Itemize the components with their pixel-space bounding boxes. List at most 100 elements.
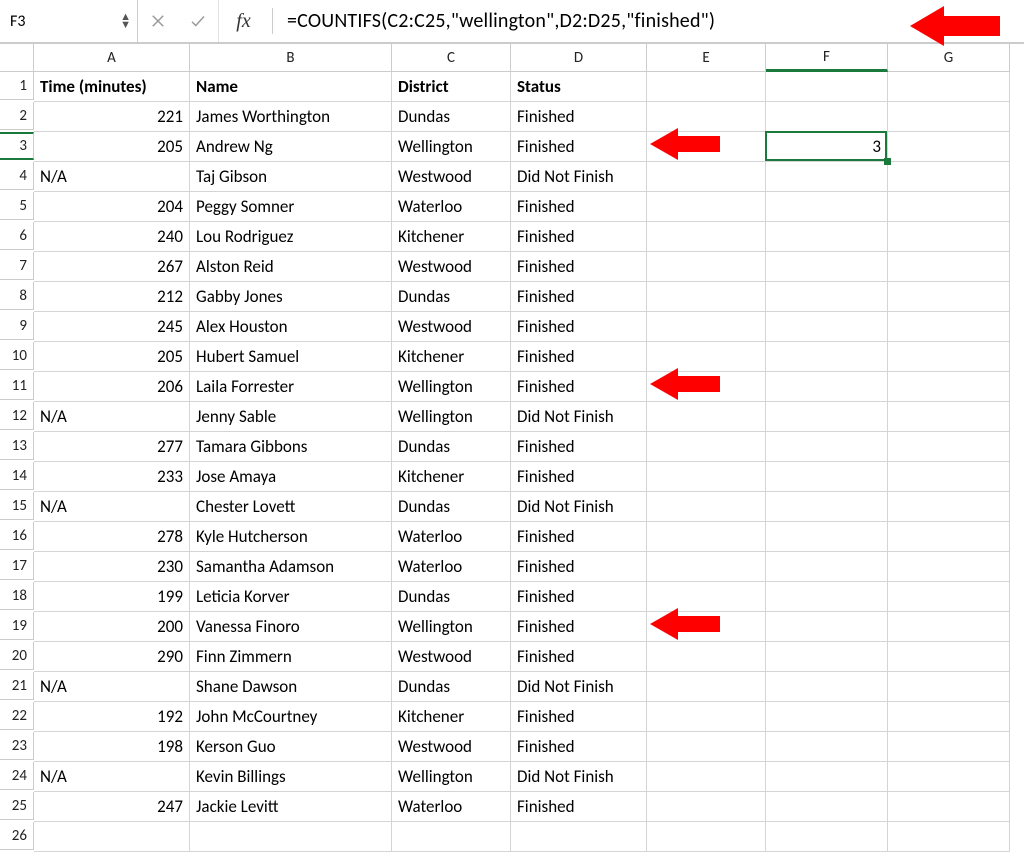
cell-C8[interactable]: Dundas [392, 282, 511, 312]
cell-E23[interactable] [647, 732, 766, 762]
cell-E26[interactable] [647, 822, 766, 852]
cell-C23[interactable]: Westwood [392, 732, 511, 762]
cell-F3[interactable]: 3 [766, 132, 888, 162]
cell-F26[interactable] [766, 822, 888, 852]
cell-G14[interactable] [888, 462, 1010, 492]
cell-F11[interactable] [766, 372, 888, 402]
cell-G22[interactable] [888, 702, 1010, 732]
cell-G9[interactable] [888, 312, 1010, 342]
fx-label[interactable]: fx [218, 0, 268, 42]
cell-B9[interactable]: Alex Houston [190, 312, 392, 342]
cell-A14[interactable]: 233 [34, 462, 190, 492]
cell-G17[interactable] [888, 552, 1010, 582]
cell-B26[interactable] [190, 822, 392, 852]
cell-G3[interactable] [888, 132, 1010, 162]
cell-E1[interactable] [647, 72, 766, 102]
cell-F15[interactable] [766, 492, 888, 522]
cell-C10[interactable]: Kitchener [392, 342, 511, 372]
cell-E24[interactable] [647, 762, 766, 792]
cell-C15[interactable]: Dundas [392, 492, 511, 522]
cell-C21[interactable]: Dundas [392, 672, 511, 702]
cell-B22[interactable]: John McCourtney [190, 702, 392, 732]
cell-A24[interactable]: N/A [34, 762, 190, 792]
cell-D3[interactable]: Finished [511, 132, 647, 162]
column-header-E[interactable]: E [647, 44, 766, 72]
cell-C11[interactable]: Wellington [392, 372, 511, 402]
cell-B23[interactable]: Kerson Guo [190, 732, 392, 762]
cell-A19[interactable]: 200 [34, 612, 190, 642]
column-header-C[interactable]: C [392, 44, 511, 72]
cell-A9[interactable]: 245 [34, 312, 190, 342]
row-header-12[interactable]: 12 [0, 402, 34, 430]
cell-B12[interactable]: Jenny Sable [190, 402, 392, 432]
cell-B10[interactable]: Hubert Samuel [190, 342, 392, 372]
cell-A22[interactable]: 192 [34, 702, 190, 732]
cell-E16[interactable] [647, 522, 766, 552]
cell-G1[interactable] [888, 72, 1010, 102]
row-header-14[interactable]: 14 [0, 462, 34, 490]
cell-D21[interactable]: Did Not Finish [511, 672, 647, 702]
cell-F16[interactable] [766, 522, 888, 552]
cell-D17[interactable]: Finished [511, 552, 647, 582]
cell-C5[interactable]: Waterloo [392, 192, 511, 222]
name-box[interactable]: F3 ▲ ▼ [0, 0, 138, 42]
cell-G12[interactable] [888, 402, 1010, 432]
cell-F13[interactable] [766, 432, 888, 462]
cell-F23[interactable] [766, 732, 888, 762]
column-header-A[interactable]: A [34, 44, 190, 72]
cell-B17[interactable]: Samantha Adamson [190, 552, 392, 582]
cell-E25[interactable] [647, 792, 766, 822]
cell-B20[interactable]: Finn Zimmern [190, 642, 392, 672]
cell-A5[interactable]: 204 [34, 192, 190, 222]
cell-C22[interactable]: Kitchener [392, 702, 511, 732]
row-header-15[interactable]: 15 [0, 492, 34, 520]
cell-D24[interactable]: Did Not Finish [511, 762, 647, 792]
row-header-10[interactable]: 10 [0, 342, 34, 370]
cell-G18[interactable] [888, 582, 1010, 612]
cell-F10[interactable] [766, 342, 888, 372]
cell-G6[interactable] [888, 222, 1010, 252]
cell-C24[interactable]: Wellington [392, 762, 511, 792]
cell-C18[interactable]: Dundas [392, 582, 511, 612]
cell-G24[interactable] [888, 762, 1010, 792]
cell-C7[interactable]: Westwood [392, 252, 511, 282]
cell-F18[interactable] [766, 582, 888, 612]
cell-A16[interactable]: 278 [34, 522, 190, 552]
cell-B7[interactable]: Alston Reid [190, 252, 392, 282]
cell-A2[interactable]: 221 [34, 102, 190, 132]
cell-F19[interactable] [766, 612, 888, 642]
cell-F8[interactable] [766, 282, 888, 312]
cell-F24[interactable] [766, 762, 888, 792]
row-header-17[interactable]: 17 [0, 552, 34, 580]
cell-D22[interactable]: Finished [511, 702, 647, 732]
row-header-8[interactable]: 8 [0, 282, 34, 310]
cell-D7[interactable]: Finished [511, 252, 647, 282]
row-header-21[interactable]: 21 [0, 672, 34, 700]
cell-E6[interactable] [647, 222, 766, 252]
cell-D19[interactable]: Finished [511, 612, 647, 642]
row-header-3[interactable]: 3 [0, 132, 34, 160]
cell-D1[interactable]: Status [511, 72, 647, 102]
row-header-7[interactable]: 7 [0, 252, 34, 280]
cell-D14[interactable]: Finished [511, 462, 647, 492]
cell-E9[interactable] [647, 312, 766, 342]
cell-G5[interactable] [888, 192, 1010, 222]
cell-A25[interactable]: 247 [34, 792, 190, 822]
cell-D23[interactable]: Finished [511, 732, 647, 762]
row-header-24[interactable]: 24 [0, 762, 34, 790]
cell-C26[interactable] [392, 822, 511, 852]
row-header-16[interactable]: 16 [0, 522, 34, 550]
cell-A17[interactable]: 230 [34, 552, 190, 582]
spreadsheet-grid[interactable]: ABCDEFG1Time (minutes)NameDistrictStatus… [0, 44, 1024, 852]
cell-E17[interactable] [647, 552, 766, 582]
cell-G16[interactable] [888, 522, 1010, 552]
cell-A3[interactable]: 205 [34, 132, 190, 162]
cell-D12[interactable]: Did Not Finish [511, 402, 647, 432]
cell-B13[interactable]: Tamara Gibbons [190, 432, 392, 462]
cell-B19[interactable]: Vanessa Finoro [190, 612, 392, 642]
cell-B11[interactable]: Laila Forrester [190, 372, 392, 402]
cell-A12[interactable]: N/A [34, 402, 190, 432]
cell-D16[interactable]: Finished [511, 522, 647, 552]
name-box-stepper[interactable]: ▲ ▼ [120, 13, 131, 29]
cell-A11[interactable]: 206 [34, 372, 190, 402]
